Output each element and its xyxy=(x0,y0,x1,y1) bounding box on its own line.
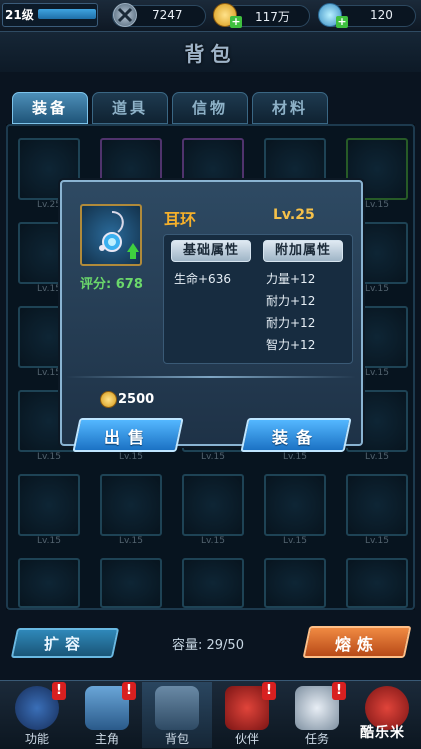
base-attributes-tab[interactable]: 基础属性 xyxy=(171,240,251,262)
nav-hero-label: 主角 xyxy=(94,732,119,746)
nav-quest-label: 任务 xyxy=(304,732,329,746)
smelt-button-label: 熔炼 xyxy=(334,635,379,654)
function-alert-icon: ! xyxy=(52,682,66,700)
nav-backpack-label: 背包 xyxy=(164,732,189,746)
capacity-text: 容量: 29/50 xyxy=(172,638,244,653)
hero-alert-icon: ! xyxy=(122,682,136,700)
nav-backpack[interactable]: 背包 xyxy=(142,682,212,748)
equip-button-label: 装备 xyxy=(271,428,320,447)
expand-capacity-label: 扩容 xyxy=(43,635,86,653)
item-name: 耳环 xyxy=(164,210,197,229)
add-diamond-icon[interactable]: + xyxy=(336,16,348,28)
energy-value: 7247 xyxy=(152,8,183,22)
backpack-icon xyxy=(155,686,199,730)
page-title: 背包 xyxy=(184,42,237,66)
item-score: 评分: 678 xyxy=(80,277,143,292)
sell-price: 2500 xyxy=(118,392,155,407)
divider xyxy=(66,376,356,378)
gold-coin-icon xyxy=(100,391,117,408)
extra-attr-intellect: 智力+12 xyxy=(266,338,316,352)
nav-function-label: 功能 xyxy=(24,732,49,746)
gold-value: 117万 xyxy=(255,10,290,24)
extra-attr-stamina: 耐力+12 xyxy=(266,294,316,308)
tab-items[interactable]: 道具 xyxy=(92,92,168,124)
extra-attributes-tab[interactable]: 附加属性 xyxy=(263,240,343,262)
sell-button-label: 出售 xyxy=(103,428,152,447)
tab-tokens[interactable]: 信物 xyxy=(172,92,248,124)
player-level: 21级 xyxy=(5,8,34,22)
extra-attr-strength: 力量+12 xyxy=(266,272,316,286)
diamond-value: 120 xyxy=(370,8,393,22)
quest-alert-icon: ! xyxy=(332,682,346,700)
partner-alert-icon: ! xyxy=(262,682,276,700)
tab-equipment[interactable]: 装备 xyxy=(12,92,88,124)
extra-attr-stamina-2: 耐力+12 xyxy=(266,316,316,330)
tab-materials[interactable]: 材料 xyxy=(252,92,328,124)
upgrade-arrow-stem xyxy=(130,251,136,259)
nav-partner-label: 伙伴 xyxy=(234,732,259,746)
watermark: 酷乐米 xyxy=(360,725,405,741)
base-attr-hp: 生命+636 xyxy=(174,272,231,286)
crossed-swords-icon xyxy=(113,3,137,27)
add-gold-icon[interactable]: + xyxy=(230,16,242,28)
experience-bar xyxy=(38,9,96,19)
item-level: Lv.25 xyxy=(273,207,315,223)
